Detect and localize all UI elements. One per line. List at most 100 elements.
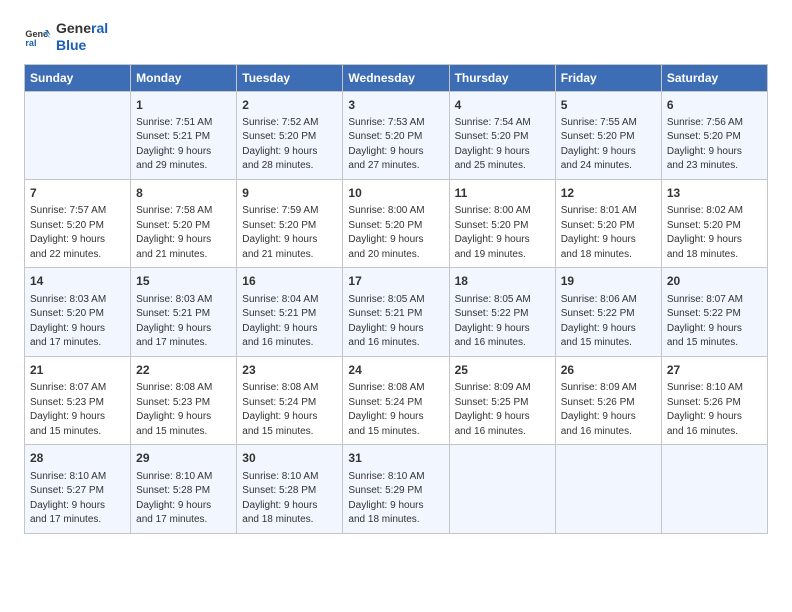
day-number: 18 bbox=[455, 273, 550, 290]
day-number: 17 bbox=[348, 273, 443, 290]
day-number: 2 bbox=[242, 97, 337, 114]
day-info: Sunrise: 7:52 AM Sunset: 5:20 PM Dayligh… bbox=[242, 116, 337, 174]
day-info: Sunrise: 8:00 AM Sunset: 5:20 PM Dayligh… bbox=[455, 204, 550, 262]
calendar-week-row: 28 Sunrise: 8:10 AM Sunset: 5:27 PM Dayli… bbox=[25, 445, 768, 533]
logo-icon: Gene ral bbox=[24, 23, 52, 51]
day-number: 9 bbox=[242, 185, 337, 202]
calendar-cell: 21Sunrise: 8:07 AM Sunset: 5:23 PM Dayli… bbox=[25, 356, 131, 444]
calendar-cell: 6 Sunrise: 7:56 AM Sunset: 5:20 PM Daylig… bbox=[661, 91, 767, 179]
logo: Gene ral General Blue bbox=[24, 20, 108, 54]
day-number: 27 bbox=[667, 362, 762, 379]
calendar-cell bbox=[555, 445, 661, 533]
calendar-cell: 1Sunrise: 7:51 AM Sunset: 5:21 PM Daylig… bbox=[131, 91, 237, 179]
calendar-cell: 13 Sunrise: 8:02 AM Sunset: 5:20 PM Dayli… bbox=[661, 179, 767, 267]
day-number: 26 bbox=[561, 362, 656, 379]
day-info: Sunrise: 8:07 AM Sunset: 5:22 PM Dayligh… bbox=[667, 293, 762, 351]
day-info: Sunrise: 8:02 AM Sunset: 5:20 PM Dayligh… bbox=[667, 204, 762, 262]
day-number: 24 bbox=[348, 362, 443, 379]
day-info: Sunrise: 7:56 AM Sunset: 5:20 PM Dayligh… bbox=[667, 116, 762, 174]
day-number: 7 bbox=[30, 185, 125, 202]
day-info: Sunrise: 8:09 AM Sunset: 5:25 PM Dayligh… bbox=[455, 381, 550, 439]
day-info: Sunrise: 7:51 AM Sunset: 5:21 PM Dayligh… bbox=[136, 116, 231, 174]
calendar-cell: 18 Sunrise: 8:05 AM Sunset: 5:22 PM Dayli… bbox=[449, 268, 555, 356]
day-number: 8 bbox=[136, 185, 231, 202]
day-info: Sunrise: 7:54 AM Sunset: 5:20 PM Dayligh… bbox=[455, 116, 550, 174]
day-number: 4 bbox=[455, 97, 550, 114]
day-info: Sunrise: 7:57 AM Sunset: 5:20 PM Dayligh… bbox=[30, 204, 125, 262]
day-info: Sunrise: 8:03 AM Sunset: 5:20 PM Dayligh… bbox=[30, 293, 125, 351]
day-number: 19 bbox=[561, 273, 656, 290]
day-number: 23 bbox=[242, 362, 337, 379]
day-info: Sunrise: 8:00 AM Sunset: 5:20 PM Dayligh… bbox=[348, 204, 443, 262]
calendar-week-row: 14Sunrise: 8:03 AM Sunset: 5:20 PM Dayli… bbox=[25, 268, 768, 356]
day-number: 22 bbox=[136, 362, 231, 379]
calendar-cell: 24 Sunrise: 8:08 AM Sunset: 5:24 PM Dayli… bbox=[343, 356, 449, 444]
day-info: Sunrise: 8:09 AM Sunset: 5:26 PM Dayligh… bbox=[561, 381, 656, 439]
calendar-cell: 26 Sunrise: 8:09 AM Sunset: 5:26 PM Dayli… bbox=[555, 356, 661, 444]
day-info: Sunrise: 8:08 AM Sunset: 5:23 PM Dayligh… bbox=[136, 381, 231, 439]
calendar-cell bbox=[661, 445, 767, 533]
day-number: 25 bbox=[455, 362, 550, 379]
day-number: 11 bbox=[455, 185, 550, 202]
calendar-table: SundayMondayTuesdayWednesdayThursdayFrid… bbox=[24, 64, 768, 534]
day-info: Sunrise: 8:10 AM Sunset: 5:27 PM Dayligh… bbox=[30, 470, 125, 528]
calendar-cell: 9 Sunrise: 7:59 AM Sunset: 5:20 PM Daylig… bbox=[237, 179, 343, 267]
day-number: 6 bbox=[667, 97, 762, 114]
day-number: 10 bbox=[348, 185, 443, 202]
calendar-cell: 8Sunrise: 7:58 AM Sunset: 5:20 PM Daylig… bbox=[131, 179, 237, 267]
calendar-cell: 14Sunrise: 8:03 AM Sunset: 5:20 PM Dayli… bbox=[25, 268, 131, 356]
day-info: Sunrise: 8:05 AM Sunset: 5:22 PM Dayligh… bbox=[455, 293, 550, 351]
calendar-cell: 22 Sunrise: 8:08 AM Sunset: 5:23 PM Dayli… bbox=[131, 356, 237, 444]
day-number: 13 bbox=[667, 185, 762, 202]
calendar-week-row: 1Sunrise: 7:51 AM Sunset: 5:21 PM Daylig… bbox=[25, 91, 768, 179]
calendar-cell: 4 Sunrise: 7:54 AM Sunset: 5:20 PM Daylig… bbox=[449, 91, 555, 179]
col-header-tuesday: Tuesday bbox=[237, 64, 343, 91]
day-info: Sunrise: 8:03 AM Sunset: 5:21 PM Dayligh… bbox=[136, 293, 231, 351]
day-number: 31 bbox=[348, 450, 443, 467]
day-number: 12 bbox=[561, 185, 656, 202]
calendar-cell: 11 Sunrise: 8:00 AM Sunset: 5:20 PM Dayli… bbox=[449, 179, 555, 267]
col-header-thursday: Thursday bbox=[449, 64, 555, 91]
calendar-cell: 10 Sunrise: 8:00 AM Sunset: 5:20 PM Dayli… bbox=[343, 179, 449, 267]
day-info: Sunrise: 7:53 AM Sunset: 5:20 PM Dayligh… bbox=[348, 116, 443, 174]
calendar-header-row: SundayMondayTuesdayWednesdayThursdayFrid… bbox=[25, 64, 768, 91]
calendar-cell: 19Sunrise: 8:06 AM Sunset: 5:22 PM Dayli… bbox=[555, 268, 661, 356]
day-info: Sunrise: 8:08 AM Sunset: 5:24 PM Dayligh… bbox=[242, 381, 337, 439]
calendar-cell: 7 Sunrise: 7:57 AM Sunset: 5:20 PM Daylig… bbox=[25, 179, 131, 267]
day-info: Sunrise: 7:59 AM Sunset: 5:20 PM Dayligh… bbox=[242, 204, 337, 262]
day-info: Sunrise: 8:01 AM Sunset: 5:20 PM Dayligh… bbox=[561, 204, 656, 262]
calendar-cell: 16 Sunrise: 8:04 AM Sunset: 5:21 PM Dayli… bbox=[237, 268, 343, 356]
day-info: Sunrise: 8:10 AM Sunset: 5:26 PM Dayligh… bbox=[667, 381, 762, 439]
calendar-cell: 20 Sunrise: 8:07 AM Sunset: 5:22 PM Dayli… bbox=[661, 268, 767, 356]
day-number: 3 bbox=[348, 97, 443, 114]
svg-text:ral: ral bbox=[25, 38, 36, 48]
calendar-week-row: 7 Sunrise: 7:57 AM Sunset: 5:20 PM Daylig… bbox=[25, 179, 768, 267]
day-number: 15 bbox=[136, 273, 231, 290]
calendar-cell: 30 Sunrise: 8:10 AM Sunset: 5:28 PM Dayli… bbox=[237, 445, 343, 533]
day-number: 29 bbox=[136, 450, 231, 467]
calendar-cell: 23 Sunrise: 8:08 AM Sunset: 5:24 PM Dayli… bbox=[237, 356, 343, 444]
day-number: 16 bbox=[242, 273, 337, 290]
calendar-cell: 15 Sunrise: 8:03 AM Sunset: 5:21 PM Dayli… bbox=[131, 268, 237, 356]
page-header: Gene ral General Blue bbox=[24, 20, 768, 54]
day-info: Sunrise: 8:10 AM Sunset: 5:28 PM Dayligh… bbox=[242, 470, 337, 528]
col-header-saturday: Saturday bbox=[661, 64, 767, 91]
calendar-cell: 29 Sunrise: 8:10 AM Sunset: 5:28 PM Dayli… bbox=[131, 445, 237, 533]
calendar-cell: 27 Sunrise: 8:10 AM Sunset: 5:26 PM Dayli… bbox=[661, 356, 767, 444]
col-header-sunday: Sunday bbox=[25, 64, 131, 91]
day-number: 30 bbox=[242, 450, 337, 467]
col-header-friday: Friday bbox=[555, 64, 661, 91]
day-number: 28 bbox=[30, 450, 125, 467]
day-info: Sunrise: 8:08 AM Sunset: 5:24 PM Dayligh… bbox=[348, 381, 443, 439]
day-info: Sunrise: 8:10 AM Sunset: 5:28 PM Dayligh… bbox=[136, 470, 231, 528]
day-number: 20 bbox=[667, 273, 762, 290]
day-info: Sunrise: 8:07 AM Sunset: 5:23 PM Dayligh… bbox=[30, 381, 125, 439]
calendar-cell: 12 Sunrise: 8:01 AM Sunset: 5:20 PM Dayli… bbox=[555, 179, 661, 267]
day-info: Sunrise: 8:05 AM Sunset: 5:21 PM Dayligh… bbox=[348, 293, 443, 351]
col-header-monday: Monday bbox=[131, 64, 237, 91]
calendar-cell bbox=[25, 91, 131, 179]
calendar-cell: 25 Sunrise: 8:09 AM Sunset: 5:25 PM Dayli… bbox=[449, 356, 555, 444]
calendar-cell: 17 Sunrise: 8:05 AM Sunset: 5:21 PM Dayli… bbox=[343, 268, 449, 356]
day-info: Sunrise: 8:04 AM Sunset: 5:21 PM Dayligh… bbox=[242, 293, 337, 351]
calendar-cell: 2 Sunrise: 7:52 AM Sunset: 5:20 PM Daylig… bbox=[237, 91, 343, 179]
